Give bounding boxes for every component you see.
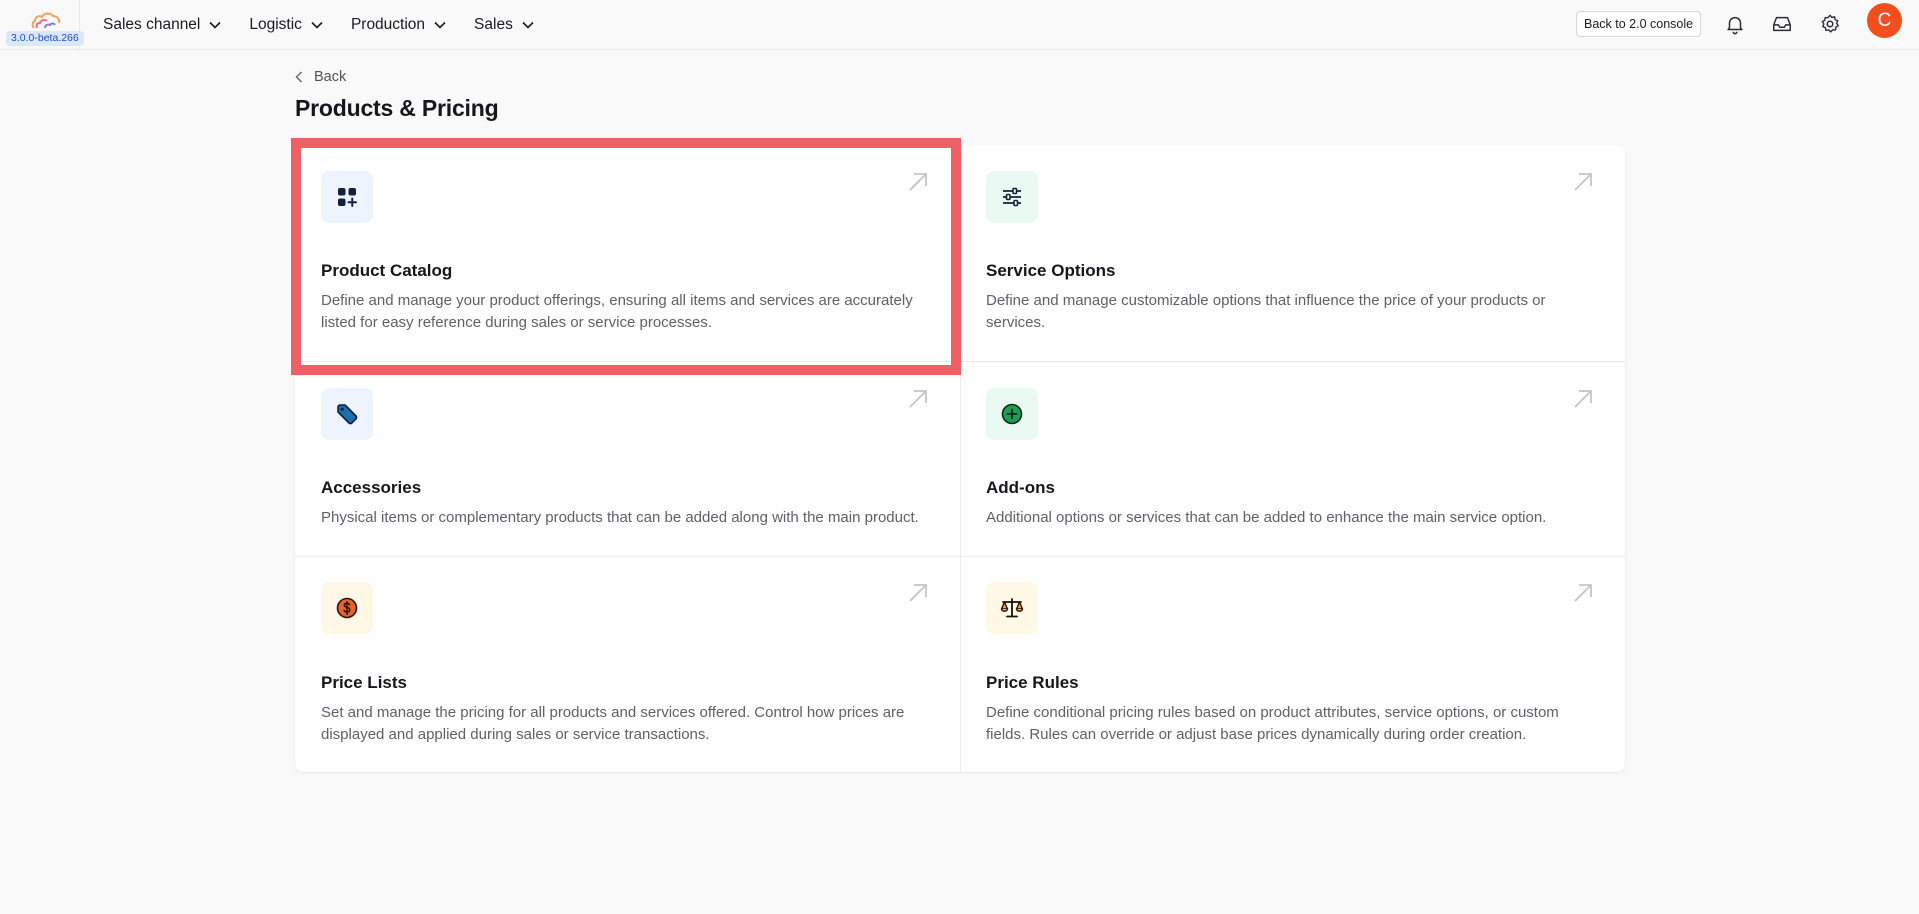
card-icon-box xyxy=(986,388,1038,440)
nav-label: Sales xyxy=(474,16,513,33)
card-product-catalog[interactable]: Product Catalog Define and manage your p… xyxy=(295,145,960,361)
nav-label: Production xyxy=(350,16,426,33)
card-title: Service Options xyxy=(986,261,1116,280)
plus-circle-icon xyxy=(1001,403,1023,425)
nav-label: Sales channel xyxy=(103,16,201,33)
card-title: Add-ons xyxy=(986,478,1055,497)
gear-icon[interactable] xyxy=(1819,13,1841,35)
inbox-icon[interactable] xyxy=(1771,13,1793,35)
arrow-up-right-icon xyxy=(909,390,927,408)
top-bar: 3.0.0-beta.266 Sales channel Logistic Pr… xyxy=(0,0,1919,50)
card-icon-box xyxy=(321,582,373,634)
arrow-up-right-icon xyxy=(1574,173,1592,191)
card-service-options[interactable]: Service Options Define and manage custom… xyxy=(960,145,1625,361)
card-icon-box xyxy=(321,388,373,440)
card-description: Physical items or complementary products… xyxy=(321,509,919,526)
card-accessories[interactable]: Accessories Physical items or complement… xyxy=(295,361,960,556)
nav-logistic[interactable]: Logistic xyxy=(249,0,323,50)
tag-icon xyxy=(337,404,358,425)
chevron-down-icon xyxy=(209,21,221,29)
main-nav: Sales channel Logistic Production Sales xyxy=(103,0,562,50)
card-icon-box xyxy=(986,582,1038,634)
grid-plus-icon xyxy=(338,188,357,207)
card-title: Price Lists xyxy=(321,673,407,692)
arrow-up-right-icon xyxy=(1574,584,1592,602)
back-label: Back xyxy=(314,69,347,85)
chevron-down-icon xyxy=(311,21,323,29)
page-title: Products & Pricing xyxy=(295,95,499,121)
card-title: Accessories xyxy=(321,478,422,497)
chevron-down-icon xyxy=(434,21,446,29)
products-pricing-grid: Product Catalog Define and manage your p… xyxy=(295,145,1625,772)
arrow-up-right-icon xyxy=(909,173,927,191)
card-add-ons[interactable]: Add-ons Additional options or services t… xyxy=(960,361,1625,556)
nav-sales-channel[interactable]: Sales channel xyxy=(103,0,221,50)
back-link[interactable]: Back xyxy=(295,67,346,87)
bell-icon[interactable] xyxy=(1724,13,1746,35)
chevron-left-icon xyxy=(295,71,303,83)
card-icon-box xyxy=(986,171,1038,223)
card-description: Set and manage the pricing for all produ… xyxy=(321,704,905,743)
card-price-lists[interactable]: Price Lists Set and manage the pricing f… xyxy=(295,556,960,772)
card-description: Define conditional pricing rules based o… xyxy=(986,704,1559,743)
nav-production[interactable]: Production xyxy=(351,0,446,50)
card-title: Product Catalog xyxy=(321,261,453,280)
back-to-console-button[interactable]: Back to 2.0 console xyxy=(1576,11,1702,37)
scale-icon xyxy=(1000,598,1024,618)
nav-label: Logistic xyxy=(249,16,302,33)
sliders-icon xyxy=(1003,187,1021,207)
dollar-coin-icon xyxy=(336,597,358,619)
arrow-up-right-icon xyxy=(909,584,927,602)
version-badge: 3.0.0-beta.266 xyxy=(6,31,84,46)
card-price-rules[interactable]: Price Rules Define conditional pricing r… xyxy=(960,556,1625,772)
card-description: Define and manage your product offerings… xyxy=(321,292,913,331)
cloud-logo-icon xyxy=(31,12,61,29)
chevron-down-icon xyxy=(522,21,534,29)
app-logo[interactable]: 3.0.0-beta.266 xyxy=(0,0,84,50)
card-icon-box xyxy=(321,171,373,223)
arrow-up-right-icon xyxy=(1574,390,1592,408)
user-avatar[interactable]: C xyxy=(1867,3,1902,38)
card-description: Additional options or services that can … xyxy=(986,509,1547,526)
card-description: Define and manage customizable options t… xyxy=(986,292,1546,331)
card-title: Price Rules xyxy=(986,673,1079,692)
nav-sales[interactable]: Sales xyxy=(474,0,534,50)
